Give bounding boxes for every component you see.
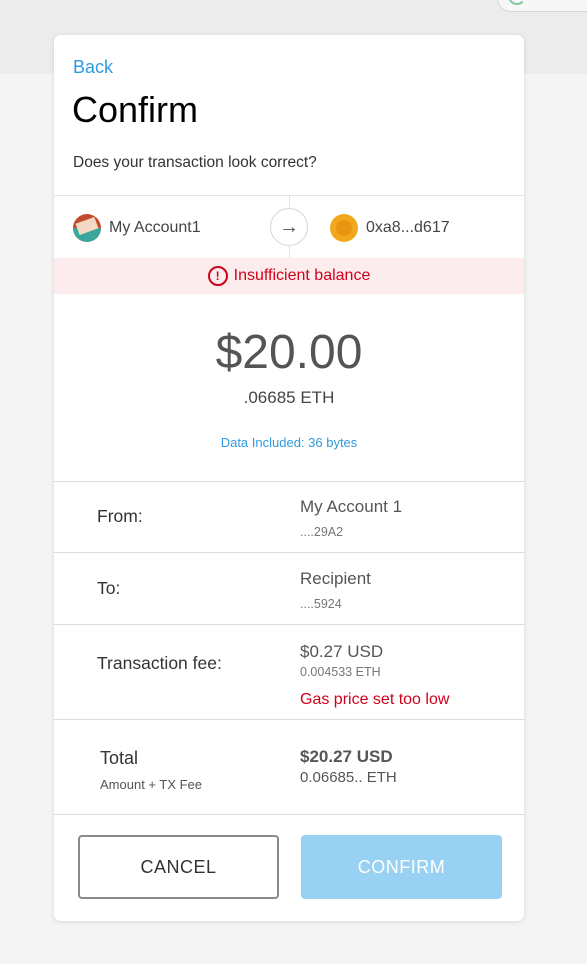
from-row: From: My Account 1 ....29A2	[54, 481, 524, 552]
from-name: My Account 1	[300, 497, 403, 516]
to-account-avatar-icon	[330, 214, 358, 242]
page-subtitle: Does your transaction look correct?	[73, 154, 317, 171]
fee-label: Transaction fee:	[97, 653, 222, 673]
fee-usd: $0.27 USD	[300, 642, 384, 661]
to-label: To:	[97, 578, 121, 598]
from-account-chip[interactable]: My Account1	[73, 214, 201, 242]
to-account-address: 0xa8...d617	[366, 219, 450, 236]
error-message: Insufficient balance	[233, 267, 371, 284]
gas-price-warning: Gas price set too low	[300, 691, 450, 708]
from-account-name: My Account1	[109, 219, 201, 236]
fee-eth: 0.004533 ETH	[300, 665, 381, 679]
cancel-button[interactable]: CANCEL	[78, 835, 279, 899]
transaction-fee-row: Transaction fee: $0.27 USD 0.004533 ETH …	[54, 624, 524, 719]
account-flow-bar: My Account1 → 0xa8...d617	[54, 195, 524, 259]
total-row: Total Amount + TX Fee $20.27 USD 0.06685…	[54, 719, 524, 814]
total-eth: 0.06685.. ETH	[300, 769, 397, 786]
page-title: Confirm	[72, 89, 199, 130]
action-buttons: CANCEL CONFIRM	[54, 814, 524, 921]
data-included-link[interactable]: Data Included: 36 bytes	[54, 435, 524, 450]
amount-usd: $20.00	[215, 326, 363, 379]
network-status-icon	[508, 0, 526, 5]
confirm-button[interactable]: CONFIRM	[301, 835, 502, 899]
total-sublabel: Amount + TX Fee	[100, 777, 203, 792]
arrow-right-icon: →	[270, 208, 308, 246]
error-banner: ! Insufficient balance	[54, 258, 524, 294]
confirm-card: Back Confirm Does your transaction look …	[54, 35, 524, 921]
to-address: ....5924	[300, 597, 342, 611]
to-account-chip[interactable]: 0xa8...d617	[330, 214, 450, 242]
from-account-avatar-icon	[73, 214, 101, 242]
warning-icon: !	[207, 266, 228, 286]
total-label: Total	[100, 748, 139, 768]
back-link[interactable]: Back	[73, 57, 113, 78]
to-row: To: Recipient ....5924	[54, 552, 524, 624]
amount-eth: .06685 ETH	[243, 388, 335, 407]
from-address: ....29A2	[300, 525, 344, 539]
total-usd: $20.27 USD	[300, 747, 393, 766]
network-indicator[interactable]	[497, 0, 587, 12]
to-name: Recipient	[300, 569, 371, 588]
from-label: From:	[97, 506, 143, 526]
